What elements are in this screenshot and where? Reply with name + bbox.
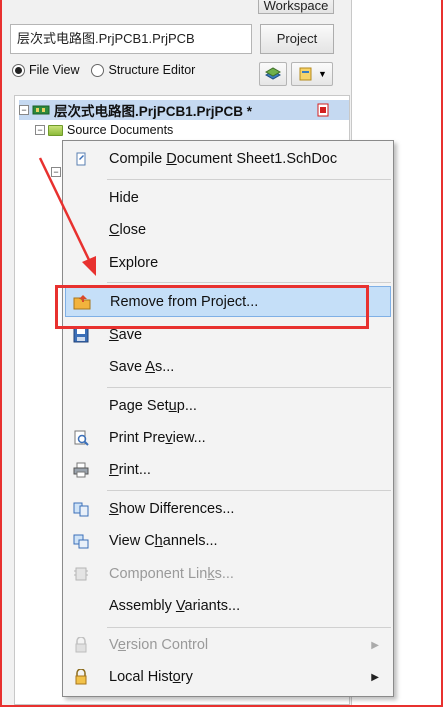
annotation-arrow [38,157,96,276]
